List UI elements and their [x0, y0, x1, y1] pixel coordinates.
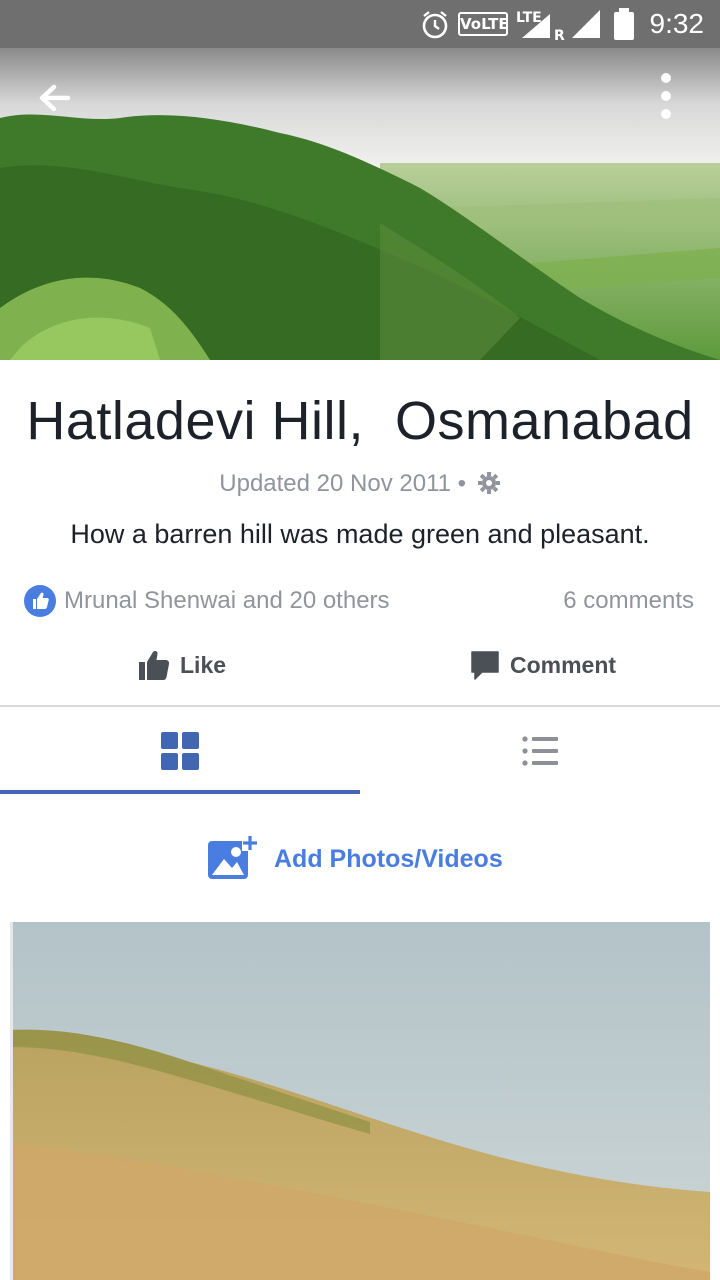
comment-label: Comment	[510, 651, 617, 678]
signal-icon: LTE R	[516, 10, 565, 42]
status-bar: VoLTE LTE R 9:32	[0, 0, 720, 48]
cover-photo[interactable]	[0, 48, 720, 360]
add-photos-button[interactable]: Add Photos/Videos	[206, 834, 503, 884]
comments-count-link[interactable]: 6 comments	[563, 587, 694, 615]
comment-button[interactable]: Comment	[470, 642, 616, 688]
battery-icon	[614, 8, 634, 40]
tab-grid-view[interactable]	[0, 707, 360, 795]
page-description: How a barren hill was made green and ple…	[70, 519, 650, 549]
volte-icon: VoLTE	[458, 12, 509, 36]
clock: 9:32	[649, 8, 705, 39]
reactors-link[interactable]: Mrunal Shenwai and 20 others	[64, 587, 390, 615]
tab-indicator	[0, 790, 360, 794]
add-photos-label: Add Photos/Videos	[274, 844, 503, 873]
tab-list-view[interactable]	[360, 707, 720, 795]
signal-icon	[572, 10, 600, 38]
updated-info: Updated 20 Nov 2011 •	[0, 470, 720, 498]
list-icon	[522, 736, 558, 766]
page-title: Hatladevi Hill, Osmanabad	[26, 391, 694, 451]
add-photo-icon	[208, 835, 258, 879]
gear-icon[interactable]	[477, 471, 501, 495]
network-label: LTE	[516, 10, 542, 26]
comment-icon	[471, 651, 499, 680]
like-button[interactable]: Like	[138, 642, 226, 688]
back-arrow-icon[interactable]	[32, 78, 80, 118]
roaming-label: R	[554, 28, 565, 42]
thumbs-up-icon	[139, 650, 170, 680]
updated-date: Updated 20 Nov 2011 •	[219, 470, 467, 497]
more-vertical-icon[interactable]	[648, 70, 684, 122]
album-photo[interactable]	[10, 922, 710, 1280]
like-label: Like	[180, 651, 227, 678]
grid-icon	[161, 732, 199, 770]
like-reaction-icon	[24, 585, 56, 617]
alarm-icon	[422, 11, 448, 39]
